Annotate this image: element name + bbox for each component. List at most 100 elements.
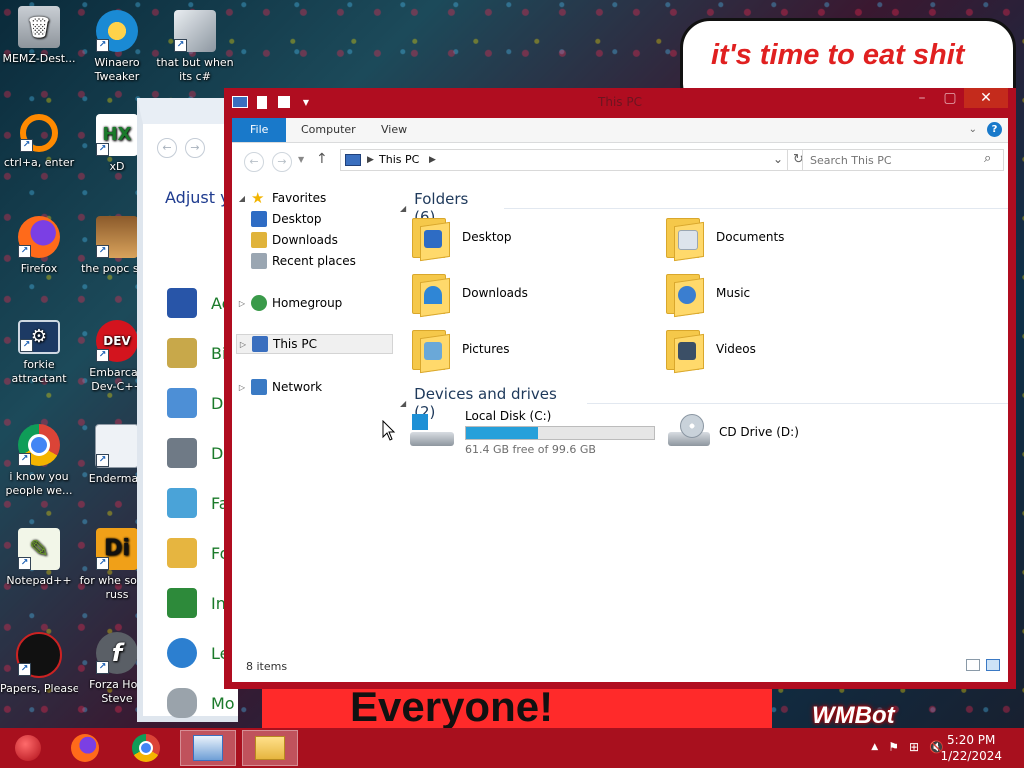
- items-view[interactable]: ◢ Folders (6) Desktop Documents Download…: [390, 179, 1008, 651]
- file-explorer-window[interactable]: ▼ This PC – ▢ ✕ File Computer View ⌄ ? ←…: [224, 88, 1016, 689]
- desktop-background: it's time to eat shit Everyone! WMBot 🗑 …: [0, 0, 1024, 728]
- address-field[interactable]: ▶ This PC ▶ ⌄: [340, 149, 788, 171]
- explorer-content: ◢ ★ Favorites Desktop Downloads Recent pla…: [232, 179, 1008, 682]
- collapsed-arrow-icon[interactable]: ▷: [236, 383, 248, 392]
- downloads-icon: [251, 232, 267, 248]
- chrome-icon: ↗: [18, 424, 60, 466]
- clock-date: 1/22/2024: [940, 749, 1002, 763]
- devcpp-icon: DEV ↗: [96, 320, 138, 362]
- window-title: This PC: [598, 95, 642, 109]
- cp-back-button[interactable]: ←: [157, 138, 177, 158]
- forward-button[interactable]: →: [272, 152, 292, 172]
- star-icon: ★: [251, 189, 265, 207]
- control-panel-window[interactable]: ← → Adjust yo Ac Bit Da De Fa Fo Int Le …: [137, 98, 239, 722]
- taskbar-clock[interactable]: 5:20 PM 1/22/2024: [940, 732, 1002, 764]
- system-tray: ▲ ⚑ ⊞ 🔇: [871, 740, 944, 754]
- action-center-flag-icon[interactable]: ⚑: [888, 740, 899, 754]
- recent-places-icon: [251, 253, 267, 269]
- desktop-icon-memz[interactable]: 🗑 MEMZ-Dest...: [0, 6, 78, 66]
- close-button[interactable]: ✕: [964, 88, 1008, 108]
- tab-view[interactable]: View: [368, 118, 420, 142]
- taskbar-control-panel[interactable]: [180, 730, 236, 766]
- recent-locations-chevron-icon[interactable]: ▼: [298, 155, 304, 164]
- up-arrow-icon[interactable]: ↑: [316, 151, 328, 167]
- winaero-tweaker-icon: ↗: [96, 10, 138, 52]
- recycle-bin-icon: 🗑: [18, 6, 60, 48]
- folder-desktop[interactable]: Desktop: [410, 212, 650, 262]
- taskbar-file-explorer[interactable]: [242, 730, 298, 766]
- expand-ribbon-chevron-icon[interactable]: ⌄: [969, 124, 977, 135]
- file-explorer-icon: [255, 736, 285, 760]
- expanded-arrow-icon[interactable]: ◢: [236, 194, 248, 203]
- nav-desktop[interactable]: Desktop: [248, 209, 405, 229]
- show-hidden-icons-chevron-icon[interactable]: ▲: [871, 740, 878, 754]
- address-dropdown-icon[interactable]: ⌄: [773, 152, 783, 166]
- folder-downloads[interactable]: Downloads: [410, 268, 650, 318]
- minimize-button[interactable]: –: [908, 88, 936, 108]
- calendar-icon: [167, 388, 197, 418]
- title-bar[interactable]: ▼ This PC – ▢ ✕: [224, 88, 1016, 118]
- disk-usage-bar: [465, 425, 655, 440]
- start-orb-icon: [15, 735, 41, 761]
- maximize-button[interactable]: ▢: [936, 88, 964, 108]
- back-button[interactable]: ←: [244, 152, 264, 172]
- hxd-editor-icon: HX ↗: [96, 114, 138, 156]
- desktop-icon-csharp[interactable]: ↗ that but when its c#: [156, 10, 234, 84]
- details-view-button[interactable]: [966, 659, 980, 671]
- nav-this-pc[interactable]: ▷ This PC: [236, 334, 393, 354]
- help-icon[interactable]: ?: [987, 122, 1002, 137]
- tab-computer[interactable]: Computer: [288, 118, 369, 142]
- cp-item-mouse[interactable]: Mo: [167, 684, 237, 722]
- group-collapse-icon[interactable]: ◢: [400, 204, 406, 213]
- meme-banner-bottom-text: Everyone!: [350, 683, 554, 728]
- hard-drive-icon: [410, 412, 456, 452]
- folder-pictures[interactable]: Pictures: [410, 324, 650, 374]
- meme-banner-top-text: it's time to eat shit: [711, 39, 965, 71]
- breadcrumb-this-pc[interactable]: This PC: [379, 153, 419, 166]
- nav-favorites[interactable]: ◢ ★ Favorites: [236, 188, 393, 208]
- cd-drive-icon: [664, 412, 710, 452]
- breadcrumb-chevron-icon[interactable]: ▶: [429, 155, 436, 165]
- desktop-icon-winaero[interactable]: ↗ Winaero Tweaker: [78, 10, 156, 84]
- nav-downloads[interactable]: Downloads: [248, 230, 405, 250]
- folder-music[interactable]: Music: [664, 268, 904, 318]
- search-input[interactable]: [802, 149, 1004, 171]
- desktop-icon-papers-please[interactable]: ↗ Papers, Please: [0, 632, 78, 696]
- chrome-icon: [132, 734, 160, 762]
- tab-file[interactable]: File: [232, 118, 287, 142]
- nav-homegroup[interactable]: ▷ Homegroup: [236, 293, 393, 313]
- desktop-icon-notepadpp[interactable]: ✎ ↗ Notepad++: [0, 528, 78, 588]
- collapsed-arrow-icon[interactable]: ▷: [236, 299, 248, 308]
- desktop-icon-firefox[interactable]: ↗ Firefox: [0, 216, 78, 276]
- drive-cd-d[interactable]: CD Drive (D:): [664, 407, 914, 457]
- desktop-icon: [251, 211, 267, 227]
- nav-recent-places[interactable]: Recent places: [248, 251, 405, 271]
- pictures-folder-icon: [410, 328, 450, 374]
- desktop-icon-chrome[interactable]: ↗ i know you people we...: [0, 424, 78, 498]
- taskbar-chrome[interactable]: [118, 730, 174, 766]
- orange-ring-icon: ↗: [20, 114, 58, 152]
- firefox-icon: [71, 734, 99, 762]
- navigation-pane[interactable]: ◢ ★ Favorites Desktop Downloads Recent pla…: [232, 179, 393, 651]
- folder-videos[interactable]: Videos: [664, 324, 904, 374]
- desktop-icon-ctrl-a[interactable]: ↗ ctrl+a, enter: [0, 114, 78, 170]
- network-status-icon[interactable]: ⊞: [909, 740, 919, 754]
- start-button[interactable]: [0, 730, 56, 766]
- taskbar-firefox[interactable]: [57, 730, 113, 766]
- mouse-cursor-icon: [382, 420, 396, 441]
- nav-network[interactable]: ▷ Network: [236, 377, 393, 397]
- drive-local-disk-c[interactable]: Local Disk (C:) 61.4 GB free of 99.6 GB: [410, 407, 660, 457]
- desktop-icon-forkie[interactable]: ⚙ ↗ forkie attractant: [0, 320, 78, 386]
- folder-documents[interactable]: Documents: [664, 212, 904, 262]
- breadcrumb-separator-icon[interactable]: ▶: [367, 155, 374, 165]
- mouse-icon: [167, 688, 197, 718]
- music-folder-icon: [664, 272, 704, 318]
- collapsed-arrow-icon[interactable]: ▷: [237, 340, 249, 349]
- papers-please-icon: ↗: [16, 632, 62, 678]
- control-panel-icon: [193, 735, 223, 761]
- group-collapse-icon[interactable]: ◢: [400, 399, 406, 408]
- this-pc-icon: [252, 336, 268, 352]
- large-icons-view-button[interactable]: [986, 659, 1000, 671]
- taskbar: ▲ ⚑ ⊞ 🔇 5:20 PM 1/22/2024: [0, 728, 1024, 768]
- cp-forward-button[interactable]: →: [185, 138, 205, 158]
